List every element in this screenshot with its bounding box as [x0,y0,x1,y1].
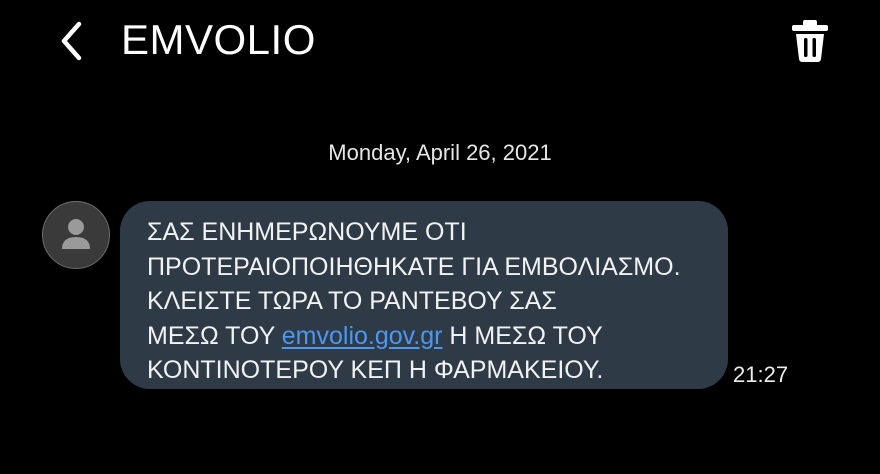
message-line: ΚΛΕΙΣΤΕ ΤΩΡΑ ΤΟ ΡΑΝΤΕΒΟΥ ΣΑΣ [147,287,557,315]
message-line-with-link: ΜΕΣΩ ΤΟΥ emvolio.gov.gr Η ΜΕΣΩ ΤΟΥ [147,319,708,354]
avatar[interactable] [42,201,110,269]
person-icon [43,202,109,268]
emvolio-link[interactable]: emvolio.gov.gr [282,322,443,350]
message-line: ΣΑΣ ΕΝΗΜΕΡΩΝΟΥΜΕ ΟΤΙ [147,218,467,246]
back-button[interactable] [52,18,92,64]
message-text: ΜΕΣΩ ΤΟΥ [147,321,282,350]
message-timestamp: 21:27 [733,362,789,387]
delete-button[interactable] [786,18,834,64]
chevron-left-icon [52,18,92,64]
message-bubble[interactable]: ΣΑΣ ΕΝΗΜΕΡΩΝΟΥΜΕ ΟΤΙ ΠΡΟΤΕΡΑΙΟΠΟΙΗΘΗΚΑΤΕ… [120,201,728,389]
sms-conversation-screen: EMVOLIO Monday, April 26, 2021 ΣΑΣ ΕΝΗΜΕ… [0,0,880,474]
trash-icon [786,20,834,68]
message-text: Η ΜΕΣΩ ΤΟΥ [442,321,603,350]
message-line: ΚΟΝΤΙΝΟΤΕΡΟΥ ΚΕΠ Η ΦΑΡΜΑΚΕΙΟΥ. [147,356,604,384]
contact-title: EMVOLIO [121,16,316,63]
message-line: ΠΡΟΤΕΡΑΙΟΠΟΙΗΘΗΚΑΤΕ ΓΙΑ ΕΜΒΟΛΙΑΣΜΟ. [147,252,681,281]
date-separator: Monday, April 26, 2021 [328,140,552,165]
